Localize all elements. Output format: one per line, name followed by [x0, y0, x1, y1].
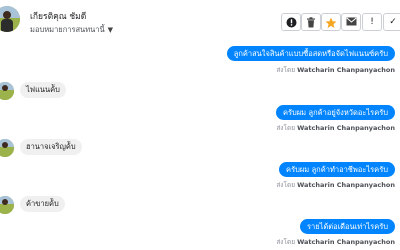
incoming-message: ฮานาจเจริญค้ับ	[20, 139, 82, 155]
assign-conversation-label: มอบหมายการสนทนานี้	[30, 25, 105, 34]
mark-important-button[interactable]: !	[362, 13, 382, 31]
conversation-header: เกียรติคุณ ชัมดี มอบหมายการสนทนานี้ ▼ ! ✓	[0, 0, 400, 42]
sent-by-prefix: ส่งโดย	[276, 124, 296, 132]
check-icon: ✓	[389, 17, 397, 27]
sent-by-label: ส่งโดย Watcharin Chanpanyachon	[276, 180, 395, 190]
spam-alert-button[interactable]	[281, 13, 301, 31]
outgoing-message: ครับผม ลูกค้าอยู่จังหวัดอะไรครับ	[275, 105, 395, 120]
sent-by-prefix: ส่งโดย	[276, 181, 296, 189]
mark-done-button[interactable]: ✓	[383, 13, 400, 31]
trash-icon	[307, 17, 315, 28]
assign-conversation-dropdown[interactable]: มอบหมายการสนทนานี้ ▼	[30, 24, 113, 36]
contact-avatar-small	[0, 139, 14, 157]
sent-by-label: ส่งโดย Watcharin Chanpanyachon	[276, 65, 395, 75]
incoming-message: ค้าขายค้ับ	[20, 196, 65, 212]
star-icon	[325, 17, 337, 28]
contact-avatar-small	[0, 82, 14, 100]
contact-avatar-small	[0, 196, 14, 214]
star-button[interactable]	[321, 13, 341, 31]
sender-name: Watcharin Chanpanyachon	[297, 124, 395, 132]
incoming-message: ไฟแนนค้ับ	[20, 82, 66, 98]
sender-name: Watcharin Chanpanyachon	[297, 66, 395, 74]
sent-by-prefix: ส่งโดย	[276, 238, 296, 246]
alert-circle-icon	[286, 17, 296, 28]
envelope-icon	[345, 17, 357, 26]
delete-button[interactable]	[301, 13, 321, 31]
outgoing-message: รายได้ต่อเดือนเท่าไรครับ	[299, 219, 395, 234]
message-thread: ลูกค้าสนใจสินค้าแบบซื้อสดหรือจัดไฟแนนซ์ค…	[0, 42, 400, 250]
email-button[interactable]	[341, 13, 361, 31]
sender-name: Watcharin Chanpanyachon	[297, 181, 395, 189]
sent-by-label: ส่งโดย Watcharin Chanpanyachon	[276, 237, 395, 247]
contact-name[interactable]: เกียรติคุณ ชัมดี	[30, 9, 86, 23]
sender-name: Watcharin Chanpanyachon	[297, 238, 395, 246]
sent-by-prefix: ส่งโดย	[276, 66, 296, 74]
exclamation-icon: !	[370, 17, 374, 27]
contact-avatar[interactable]	[0, 6, 20, 32]
outgoing-message: ลูกค้าสนใจสินค้าแบบซื้อสดหรือจัดไฟแนนซ์ค…	[226, 46, 395, 61]
sent-by-label: ส่งโดย Watcharin Chanpanyachon	[276, 123, 395, 133]
chevron-down-icon: ▼	[107, 26, 113, 34]
outgoing-message: ครับผม ลูกค้าทำอาชีพอะไรครับ	[279, 162, 395, 177]
